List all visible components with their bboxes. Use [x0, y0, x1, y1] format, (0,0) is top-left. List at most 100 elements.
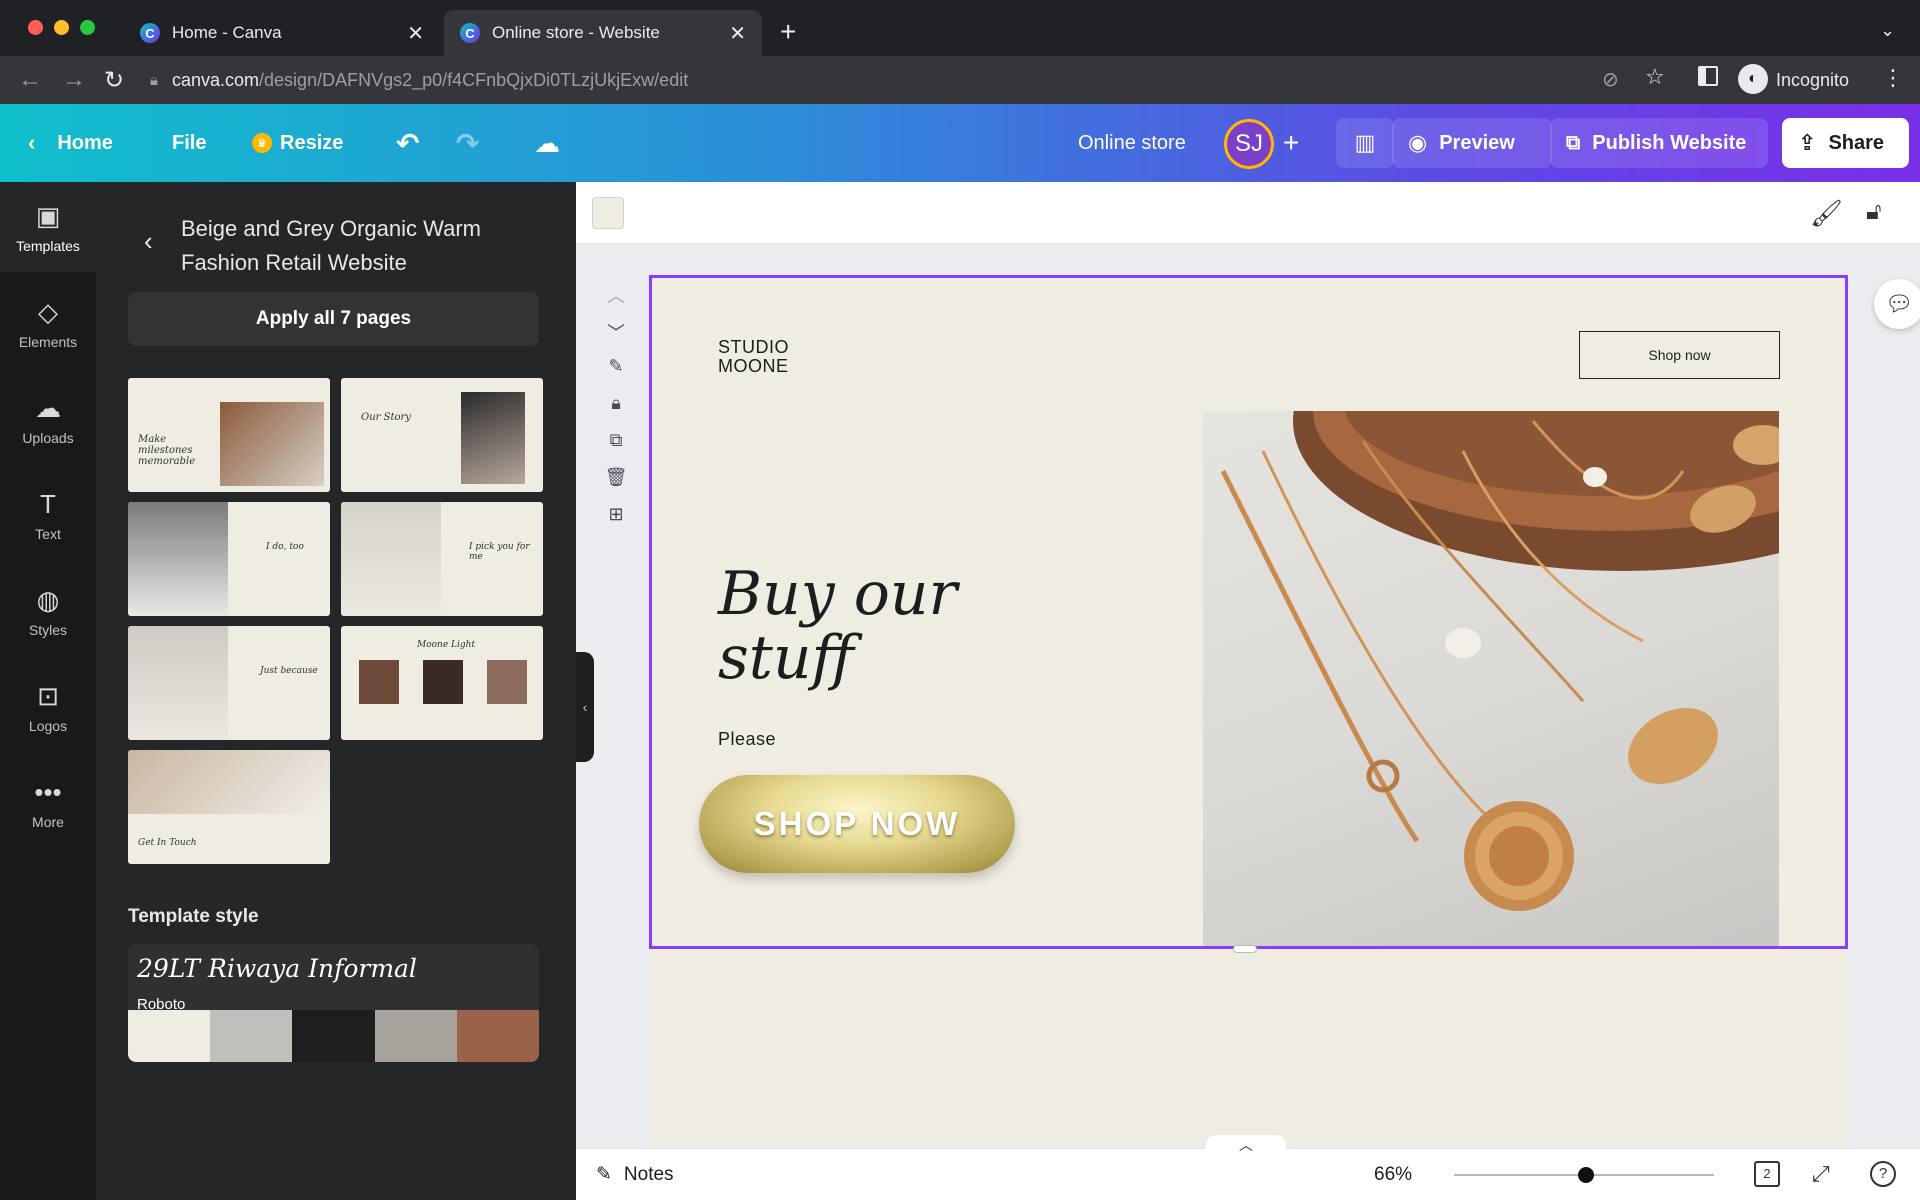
zoom-level[interactable]: 66%: [1374, 1164, 1412, 1186]
maximize-window-button[interactable]: [80, 20, 95, 35]
palette-swatch[interactable]: [210, 1010, 293, 1062]
document-title[interactable]: Online store: [1078, 104, 1186, 182]
incognito-label: Incognito: [1776, 70, 1850, 90]
template-style-card[interactable]: 29LT Riwaya Informal Roboto: [128, 944, 539, 1062]
lock-page-icon[interactable]: 🔒︎: [604, 393, 628, 430]
palette-swatch[interactable]: [292, 1010, 375, 1062]
rail-item-text[interactable]: T Text: [0, 470, 96, 560]
template-page-thumbnail[interactable]: Make milestones memorable: [128, 378, 330, 492]
move-up-icon[interactable]: ︿: [604, 282, 628, 319]
rail-item-label: Templates: [16, 237, 80, 254]
rail-item-more[interactable]: ••• More: [0, 758, 96, 848]
document-title-text: Online store: [1078, 131, 1186, 154]
redo-icon[interactable]: ↷: [456, 104, 479, 182]
page-count-icon[interactable]: 2: [1754, 1161, 1780, 1187]
thumb-text: Our Story: [361, 412, 411, 423]
lock-icon: 🔒︎: [150, 71, 158, 89]
zoom-slider-thumb[interactable]: [1578, 1167, 1594, 1183]
bookmark-star-icon[interactable]: ☆: [1645, 64, 1665, 90]
back-icon[interactable]: ←: [18, 66, 42, 94]
template-page-thumbnail[interactable]: Moone Light: [341, 626, 543, 740]
incognito-icon[interactable]: ◐: [1738, 64, 1768, 94]
page-count: 2: [1763, 1166, 1771, 1181]
thumb-photo: [128, 750, 330, 814]
side-panel-icon[interactable]: [1698, 66, 1718, 86]
preview-button[interactable]: ◉ Preview: [1392, 118, 1552, 168]
add-collaborator-icon[interactable]: +: [1283, 104, 1299, 182]
eye-off-icon[interactable]: ⊘: [1602, 67, 1619, 92]
duplicate-page-icon[interactable]: ⧉: [604, 430, 628, 467]
share-button[interactable]: ⇪ Share: [1782, 118, 1909, 168]
template-page-thumbnail[interactable]: Get In Touch: [128, 750, 330, 864]
add-page-icon[interactable]: ⊞: [604, 504, 628, 541]
preview-label: Preview: [1439, 131, 1515, 154]
thumb-text: Just because: [260, 666, 318, 676]
palette-swatch[interactable]: [128, 1010, 211, 1062]
zoom-slider[interactable]: [1454, 1167, 1714, 1183]
rail-item-templates[interactable]: ▣ Templates: [0, 182, 96, 272]
collapse-panel-handle[interactable]: ‹: [576, 652, 594, 762]
pages-toggle-icon[interactable]: ︿: [1206, 1135, 1286, 1153]
resize-handle[interactable]: [1233, 945, 1257, 953]
page-side-tools: ︿ ﹀ ✎ 🔒︎ ⧉ 🗑︎ ⊞: [604, 282, 628, 541]
minimize-window-button[interactable]: [54, 20, 69, 35]
unlock-icon[interactable]: 🔓︎: [1866, 198, 1882, 226]
undo-icon[interactable]: ↶: [396, 104, 419, 182]
more-icon: •••: [34, 776, 62, 807]
forward-icon[interactable]: →: [62, 66, 86, 94]
fullscreen-icon[interactable]: ⤢: [1812, 1161, 1830, 1187]
avatar[interactable]: SJ: [1224, 119, 1274, 169]
publish-website-button[interactable]: ⧉ Publish Website: [1550, 118, 1768, 168]
thumb-text: I pick you for me: [469, 542, 530, 562]
url-field[interactable]: 🔒︎ canva.com /design/DAFNVgs2_p0/f4CFnbQ…: [150, 64, 1590, 96]
shapes-icon: ◇: [38, 296, 58, 327]
template-title: Beige and Grey Organic Warm Fashion Reta…: [181, 216, 481, 275]
rail-item-uploads[interactable]: ☁ Uploads: [0, 374, 96, 464]
insights-button[interactable]: ▥: [1336, 118, 1394, 168]
chevron-left-icon: ‹: [28, 130, 36, 155]
color-palette: [128, 1010, 539, 1062]
template-page-thumbnail[interactable]: I do, too: [128, 502, 330, 616]
notes-button[interactable]: ✎ Notes: [596, 1163, 674, 1186]
file-label: File: [172, 131, 207, 154]
reload-icon[interactable]: ↻: [104, 66, 124, 95]
back-chevron-icon[interactable]: ‹: [144, 226, 153, 257]
template-page-thumbnail[interactable]: Just because: [128, 626, 330, 740]
apply-all-pages-button[interactable]: Apply all 7 pages: [128, 292, 539, 346]
thumb-text: Make milestones memorable: [138, 434, 196, 467]
resize-button[interactable]: ♛ Resize: [252, 104, 343, 182]
palette-swatch[interactable]: [456, 1010, 539, 1062]
heading-font-name: 29LT Riwaya Informal: [137, 954, 417, 983]
rail-item-label: Elements: [18, 333, 78, 350]
home-label: Home: [57, 131, 113, 154]
share-label: Share: [1828, 131, 1885, 154]
close-window-button[interactable]: [28, 20, 43, 35]
help-icon[interactable]: ?: [1870, 1161, 1896, 1187]
rail-item-styles[interactable]: ◍ Styles: [0, 566, 96, 656]
rail-item-logos[interactable]: ⊡ Logos: [0, 662, 96, 752]
new-tab-icon[interactable]: +: [780, 16, 796, 48]
delete-page-icon[interactable]: 🗑︎: [604, 467, 628, 504]
browser-tab-online-store[interactable]: C Online store - Website ✕: [444, 10, 762, 56]
paint-roller-icon[interactable]: 🖌︎: [1810, 198, 1843, 229]
file-menu-button[interactable]: File: [172, 104, 206, 182]
tab-search-icon[interactable]: ⌄: [1880, 20, 1895, 41]
rail-item-elements[interactable]: ◇ Elements: [0, 278, 96, 368]
canva-favicon-icon: C: [460, 23, 480, 43]
cloud-sync-icon[interactable]: ☁: [534, 104, 560, 182]
thumb-photo: [128, 502, 228, 616]
move-down-icon[interactable]: ﹀: [604, 319, 628, 356]
home-button[interactable]: ‹ Home: [28, 104, 113, 182]
close-tab-icon[interactable]: ✕: [407, 21, 424, 46]
avatar-initials: SJ: [1234, 130, 1263, 157]
palette-swatch[interactable]: [374, 1010, 457, 1062]
template-page-thumbnail[interactable]: I pick you for me: [341, 502, 543, 616]
close-tab-icon[interactable]: ✕: [729, 21, 746, 46]
page-notes-icon[interactable]: ✎: [604, 356, 628, 393]
add-comment-icon[interactable]: 💬︎: [1874, 279, 1920, 329]
background-color-chip[interactable]: [592, 197, 624, 229]
template-page-thumbnail[interactable]: Our Story: [341, 378, 543, 492]
browser-menu-icon[interactable]: ⋮: [1882, 65, 1904, 91]
thumb-photo: [359, 660, 399, 704]
browser-tab-home[interactable]: C Home - Canva ✕: [124, 10, 440, 56]
